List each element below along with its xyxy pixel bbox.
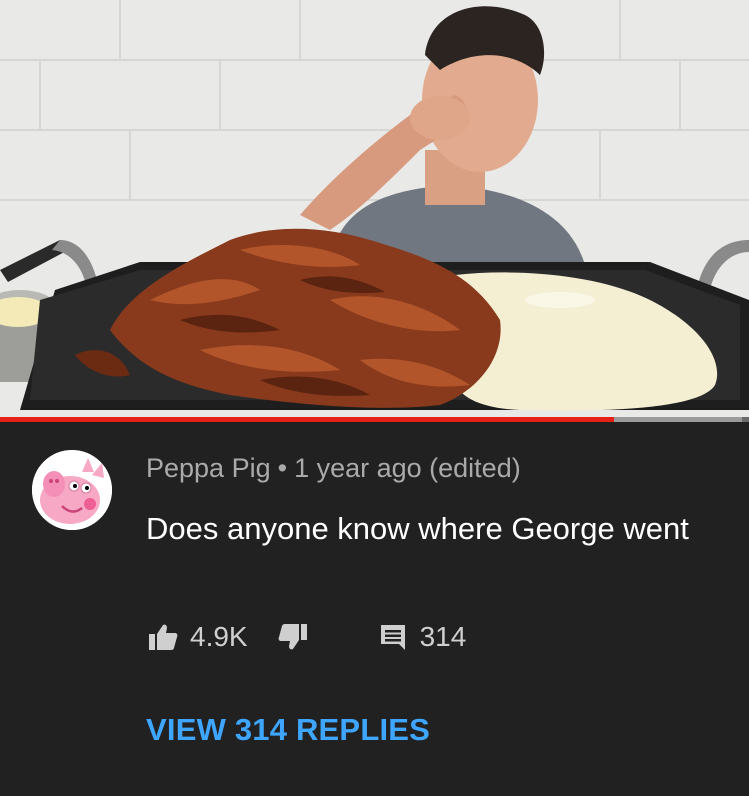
reply-comment-icon[interactable] [376, 620, 410, 654]
meta-separator: • [277, 453, 288, 483]
peppa-pig-avatar-icon[interactable] [32, 450, 112, 530]
video-thumbnail [0, 0, 749, 418]
comment-card: Peppa Pig • 1 year ago (edited) Does anyon… [0, 422, 749, 796]
thumbs-up-icon[interactable] [146, 620, 180, 654]
view-replies-button[interactable]: VIEW 314 REPLIES [146, 712, 430, 748]
comment-actions: 4.9K 314 [146, 617, 466, 657]
like-count: 4.9K [190, 621, 248, 652]
comment-meta: Peppa Pig • 1 year ago (edited) [146, 453, 521, 484]
comment-text: Does anyone know where George went [146, 511, 689, 546]
comment-time: 1 year ago (edited) [294, 453, 521, 483]
thumbs-down-icon[interactable] [276, 620, 310, 654]
video-frame[interactable] [0, 0, 749, 418]
reply-count: 314 [419, 621, 467, 652]
comment-author[interactable]: Peppa Pig [146, 453, 271, 483]
